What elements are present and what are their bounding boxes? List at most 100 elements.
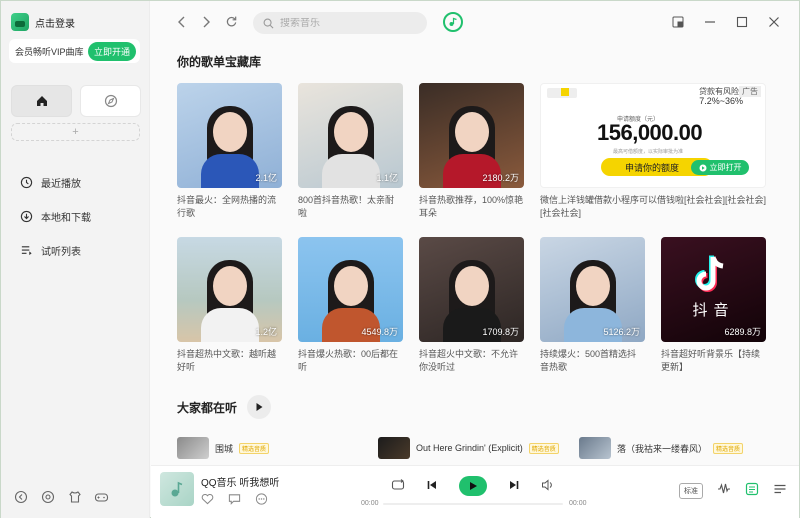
popular-section-title: 大家都在听 xyxy=(177,400,238,415)
skin-shirt-icon[interactable] xyxy=(67,489,82,504)
ad-note: 最高可借额度，以实际审批为准 xyxy=(613,149,684,155)
playlist-cover: 5126.2万 xyxy=(540,237,645,342)
sidebar-menu: 最近播放 本地和下载 试听列表 xyxy=(19,165,91,267)
playlist-title[interactable]: 持续爆火：500首精选抖音热歌 xyxy=(540,348,645,374)
loop-icon[interactable] xyxy=(391,478,405,494)
settings-icon[interactable] xyxy=(40,489,55,504)
play-all-button[interactable] xyxy=(247,395,272,419)
now-playing-cover[interactable] xyxy=(160,472,194,506)
forward-arrow-icon[interactable] xyxy=(201,15,211,31)
playlist-title[interactable]: 抖音超热中文歌：越听越好听 xyxy=(177,348,282,374)
sidebar-item-trial[interactable]: 试听列表 xyxy=(19,233,91,267)
tab-discover[interactable] xyxy=(80,85,141,117)
ad-card[interactable]: 贷款有风险 广告 7.2%~36% 申请额度（元） 156,000.00 最高可… xyxy=(540,83,766,220)
next-track-icon[interactable] xyxy=(509,479,519,493)
playlist-card[interactable]: 5126.2万 持续爆火：500首精选抖音热歌 xyxy=(540,237,645,374)
vip-open-button[interactable]: 立即开通 xyxy=(87,41,136,61)
music-note-icon[interactable] xyxy=(443,12,463,32)
playlist-card[interactable]: 1709.8万 抖音超火中文歌：不允许你没听过 xyxy=(419,237,524,374)
play-count: 1.1亿 xyxy=(376,173,398,183)
playlist-card[interactable]: 2.1亿 抖音最火：全网热播的流行歌 xyxy=(177,83,282,220)
track-actions xyxy=(201,493,268,508)
top-bar xyxy=(151,1,799,45)
song-name[interactable]: 围城 xyxy=(215,442,233,455)
cover-text: 抖音 xyxy=(692,302,735,319)
main-content: 你的歌单宝藏库 2.1亿 抖音最火：全网热播的流行歌 1.1亿 800首抖音热歌… xyxy=(151,45,791,465)
sidebar-item-local[interactable]: 本地和下载 xyxy=(19,199,91,233)
song-list: 围城 精选音质 Out Here Grindin' (Explicit) 精选音… xyxy=(177,437,780,459)
song-item[interactable]: 落（我祜来一缕春风） 精选音质 xyxy=(579,437,780,459)
playback-controls xyxy=(391,476,555,496)
sound-effect-icon[interactable] xyxy=(717,482,731,499)
progress-bar[interactable] xyxy=(383,503,563,505)
playlist-cover: 4549.8万 xyxy=(298,237,403,342)
ad-banner[interactable]: 贷款有风险 广告 7.2%~36% 申请额度（元） 156,000.00 最高可… xyxy=(540,83,766,188)
volume-icon[interactable] xyxy=(541,478,555,494)
song-thumbnail xyxy=(177,437,209,459)
play-pause-button[interactable] xyxy=(459,476,487,496)
song-name[interactable]: Out Here Grindin' (Explicit) xyxy=(416,443,523,453)
popular-section-header: 大家都在听 xyxy=(177,395,272,419)
playlist-title[interactable]: 抖音超火中文歌：不允许你没听过 xyxy=(419,348,524,374)
maximize-icon[interactable] xyxy=(735,15,749,29)
ad-open-button[interactable]: 立即打开 xyxy=(691,160,749,175)
playlist-title[interactable]: 抖音热歌推荐，100%惊艳耳朵 xyxy=(419,194,524,220)
playlist-card[interactable]: 4549.8万 抖音爆火热歌：00后都在听 xyxy=(298,237,403,374)
like-heart-icon[interactable] xyxy=(201,493,214,508)
song-name[interactable]: 落（我祜来一缕春风） xyxy=(617,442,707,455)
login-text[interactable]: 点击登录 xyxy=(35,15,75,30)
song-item[interactable]: Out Here Grindin' (Explicit) 精选音质 xyxy=(378,437,579,459)
search-input[interactable] xyxy=(280,17,420,29)
quality-button[interactable]: 标准 xyxy=(679,482,703,499)
search-bar[interactable] xyxy=(253,12,427,34)
home-icon xyxy=(36,96,47,106)
vip-text: 会员畅听VIP曲库 xyxy=(15,46,84,57)
playlist-grid-row-2: 1.2亿 抖音超热中文歌：越听越好听 4549.8万 抖音爆火热歌：00后都在听… xyxy=(177,237,766,374)
back-circle-icon[interactable] xyxy=(13,489,28,504)
add-tab-button[interactable]: + xyxy=(11,123,140,141)
sidebar-item-label: 本地和下载 xyxy=(41,212,91,224)
sidebar-tabs xyxy=(11,85,141,117)
comment-icon[interactable] xyxy=(228,493,241,508)
song-item[interactable]: 围城 精选音质 xyxy=(177,437,378,459)
minimize-icon[interactable] xyxy=(703,15,717,29)
playlist-title[interactable]: 抖音超好听背景乐【持续更新】 xyxy=(661,348,766,374)
close-icon[interactable] xyxy=(767,15,781,29)
ad-title[interactable]: 微信上洋钱罐借款小程序可以借钱啦[社会社会][社会社会][社会社会] xyxy=(540,194,766,220)
play-icon xyxy=(256,403,263,411)
mini-mode-icon[interactable] xyxy=(671,15,685,29)
cover-image xyxy=(195,106,265,188)
playlist-card[interactable]: 1.1亿 800首抖音热歌！太亲耐啦 xyxy=(298,83,403,220)
add-label: + xyxy=(72,126,79,138)
window-controls xyxy=(671,15,781,29)
playlist-title[interactable]: 抖音爆火热歌：00后都在听 xyxy=(298,348,403,374)
lyrics-icon[interactable] xyxy=(745,482,759,499)
compass-icon xyxy=(104,94,117,108)
sidebar-footer xyxy=(13,489,109,504)
download-icon xyxy=(19,209,33,223)
tab-home[interactable] xyxy=(11,85,72,117)
previous-track-icon[interactable] xyxy=(427,479,437,493)
clock-icon xyxy=(19,175,33,189)
back-arrow-icon[interactable] xyxy=(177,15,187,31)
playlist-title[interactable]: 抖音最火：全网热播的流行歌 xyxy=(177,194,282,220)
playlist-card[interactable]: 抖音 6289.8万 抖音超好听背景乐【持续更新】 xyxy=(661,237,766,374)
refresh-icon[interactable] xyxy=(225,15,238,31)
playlist-queue-icon[interactable] xyxy=(773,482,787,499)
playlist-card[interactable]: 2180.2万 抖音热歌推荐，100%惊艳耳朵 xyxy=(419,83,524,220)
playlist-title[interactable]: 800首抖音热歌！太亲耐啦 xyxy=(298,194,403,220)
play-count: 1.2亿 xyxy=(255,327,277,337)
player-extras: 标准 xyxy=(679,482,787,499)
playlist-card[interactable]: 1.2亿 抖音超热中文歌：越听越好听 xyxy=(177,237,282,374)
sidebar-item-recent[interactable]: 最近播放 xyxy=(19,165,91,199)
more-icon[interactable] xyxy=(255,493,268,508)
play-count: 5126.2万 xyxy=(603,327,640,337)
playlist-cover: 1.2亿 xyxy=(177,237,282,342)
play-count: 6289.8万 xyxy=(724,327,761,337)
login-row[interactable]: 点击登录 xyxy=(11,13,75,31)
nav-arrows xyxy=(177,15,238,31)
section-title: 你的歌单宝藏库 xyxy=(177,55,262,69)
playlist-cover: 抖音 6289.8万 xyxy=(661,237,766,342)
gamepad-icon[interactable] xyxy=(94,489,109,504)
play-icon xyxy=(699,164,706,171)
